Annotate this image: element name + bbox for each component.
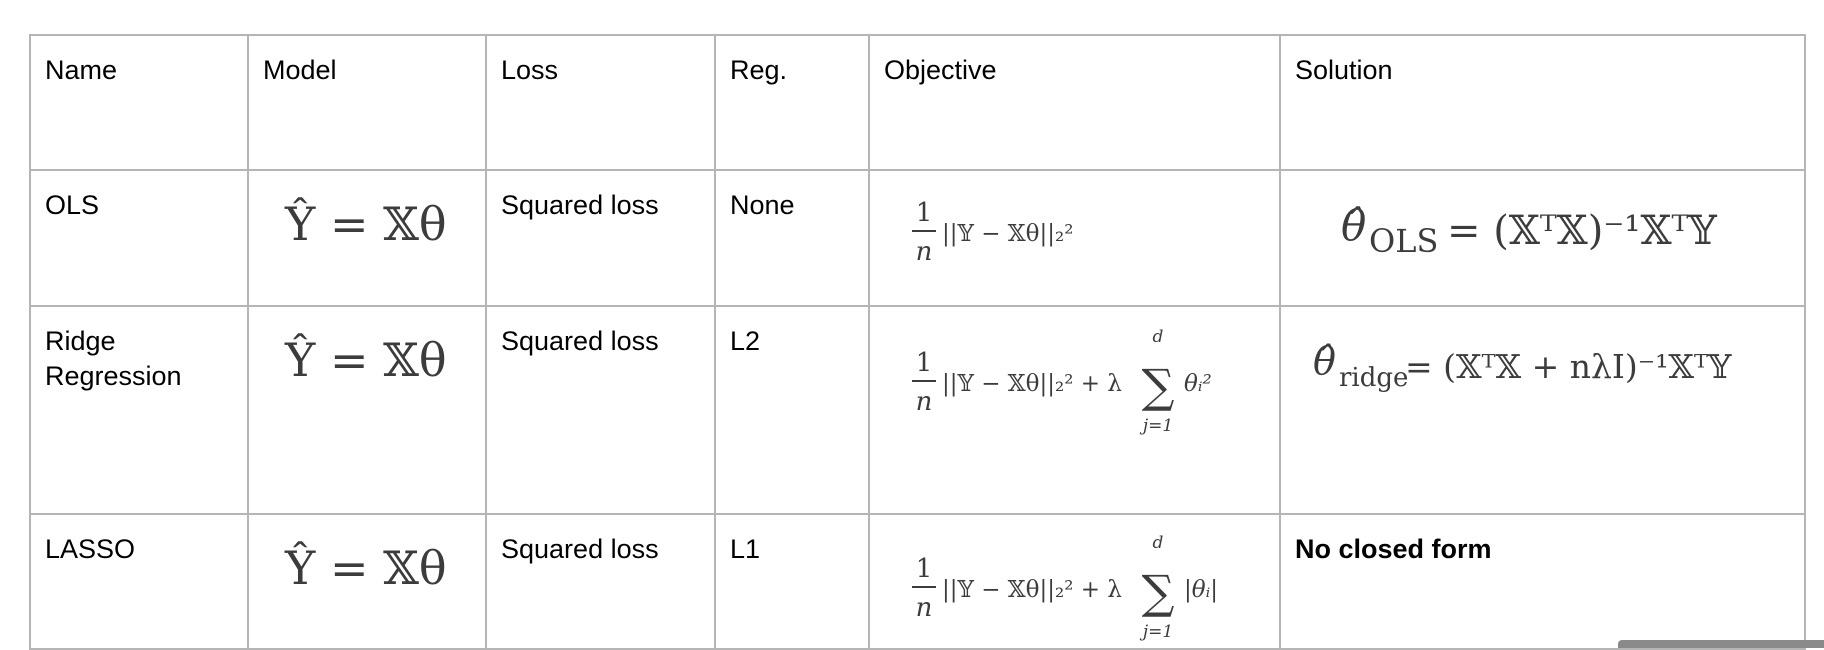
objective-formula: 1 n ||𝕐 − 𝕏θ||₂² + λ d ∑ j=1 |θᵢ| — [868, 513, 1281, 650]
solution-formula: θ̂ OLS = (𝕏ᵀ𝕏)⁻¹𝕏ᵀ𝕐 — [1279, 169, 1806, 307]
objective-body: ||𝕐 − 𝕏θ||₂² + λ — [942, 371, 1122, 397]
fraction-numerator: 1 — [916, 198, 933, 228]
model-formula-text: Ŷ = 𝕏θ — [284, 196, 447, 251]
header-model: Model — [247, 34, 487, 171]
model-formula-text: Ŷ = 𝕏θ — [284, 332, 447, 387]
header-name: Name — [29, 34, 249, 171]
solution-subscript: ridge — [1339, 363, 1408, 393]
model-formula: Ŷ = 𝕏θ — [247, 305, 487, 515]
fraction-numerator: 1 — [916, 348, 933, 378]
row-reg: L2 — [714, 305, 870, 515]
table-row-lasso: LASSO Ŷ = 𝕏θ Squared loss L1 1 n ||𝕐 − 𝕏… — [29, 513, 1806, 650]
objective-body: ||𝕐 − 𝕏θ||₂² — [942, 221, 1073, 247]
fraction-numerator: 1 — [916, 554, 933, 584]
solution-rhs: = (𝕏ᵀ𝕏 + nλI)⁻¹𝕏ᵀ𝕐 — [1405, 347, 1732, 386]
objective-formula: 1 n ||𝕐 − 𝕏θ||₂² — [868, 169, 1281, 307]
horizontal-scrollbar[interactable] — [1618, 640, 1824, 648]
sum-term: θᵢ² — [1184, 371, 1212, 397]
solution-subscript: OLS — [1369, 222, 1438, 260]
objective-formula-svg: 1 n ||𝕐 − 𝕏θ||₂² + λ d ∑ j=1 |θᵢ| — [912, 533, 1218, 642]
solution-lhs: θ̂ — [1313, 339, 1336, 383]
row-loss: Squared loss — [485, 169, 716, 307]
row-loss: Squared loss — [485, 305, 716, 515]
sum-upper-limit: d — [1153, 533, 1164, 553]
solution-formula-svg: θ̂ OLS = (𝕏ᵀ𝕏)⁻¹𝕏ᵀ𝕐 — [1341, 201, 1717, 260]
summation-sign: ∑ — [1142, 359, 1175, 413]
row-name: LASSO — [29, 513, 249, 650]
summation-sign: ∑ — [1142, 565, 1175, 619]
sum-lower-limit: j=1 — [1139, 416, 1173, 436]
table-row-ridge: Ridge Regression Ŷ = 𝕏θ Squared loss L2 … — [29, 305, 1806, 515]
model-formula-svg: Ŷ = 𝕏θ — [284, 196, 447, 251]
row-loss: Squared loss — [485, 513, 716, 650]
row-name: Ridge Regression — [29, 305, 249, 515]
fraction-denominator: n — [916, 387, 933, 417]
solution-formula-svg: θ̂ ridge = (𝕏ᵀ𝕏 + nλI)⁻¹𝕏ᵀ𝕐 — [1313, 339, 1732, 393]
row-reg: None — [714, 169, 870, 307]
header-loss: Loss — [485, 34, 716, 171]
model-formula: Ŷ = 𝕏θ — [247, 513, 487, 650]
objective-formula-svg: 1 n ||𝕐 − 𝕏θ||₂² + λ d ∑ j=1 θᵢ² — [912, 327, 1212, 436]
sum-upper-limit: d — [1153, 327, 1164, 347]
objective-body: ||𝕐 − 𝕏θ||₂² + λ — [942, 577, 1122, 603]
row-reg: L1 — [714, 513, 870, 650]
header-solution: Solution — [1279, 34, 1806, 171]
solution-text: No closed form — [1279, 513, 1806, 650]
fraction-denominator: n — [916, 593, 933, 623]
model-formula: Ŷ = 𝕏θ — [247, 169, 487, 307]
fraction-denominator: n — [916, 237, 933, 267]
solution-rhs: = (𝕏ᵀ𝕏)⁻¹𝕏ᵀ𝕐 — [1447, 208, 1717, 254]
header-objective: Objective — [868, 34, 1281, 171]
header-row: Name Model Loss Reg. Objective Solution — [29, 34, 1806, 171]
row-name: OLS — [29, 169, 249, 307]
table-row-ols: OLS Ŷ = 𝕏θ Squared loss None 1 n ||𝕐 − 𝕏… — [29, 169, 1806, 307]
header-reg: Reg. — [714, 34, 870, 171]
objective-formula-svg: 1 n ||𝕐 − 𝕏θ||₂² — [912, 198, 1073, 267]
regression-comparison-table: Name Model Loss Reg. Objective Solution … — [29, 34, 1806, 650]
model-formula-svg: Ŷ = 𝕏θ — [284, 332, 447, 387]
sum-lower-limit: j=1 — [1139, 622, 1173, 642]
solution-lhs: θ̂ — [1341, 201, 1366, 250]
objective-formula: 1 n ||𝕐 − 𝕏θ||₂² + λ d ∑ j=1 θᵢ² — [868, 305, 1281, 515]
sum-term: |θᵢ| — [1184, 577, 1218, 603]
model-formula-text: Ŷ = 𝕏θ — [284, 540, 447, 595]
model-formula-svg: Ŷ = 𝕏θ — [284, 540, 447, 595]
solution-formula: θ̂ ridge = (𝕏ᵀ𝕏 + nλI)⁻¹𝕏ᵀ𝕐 — [1279, 305, 1806, 515]
